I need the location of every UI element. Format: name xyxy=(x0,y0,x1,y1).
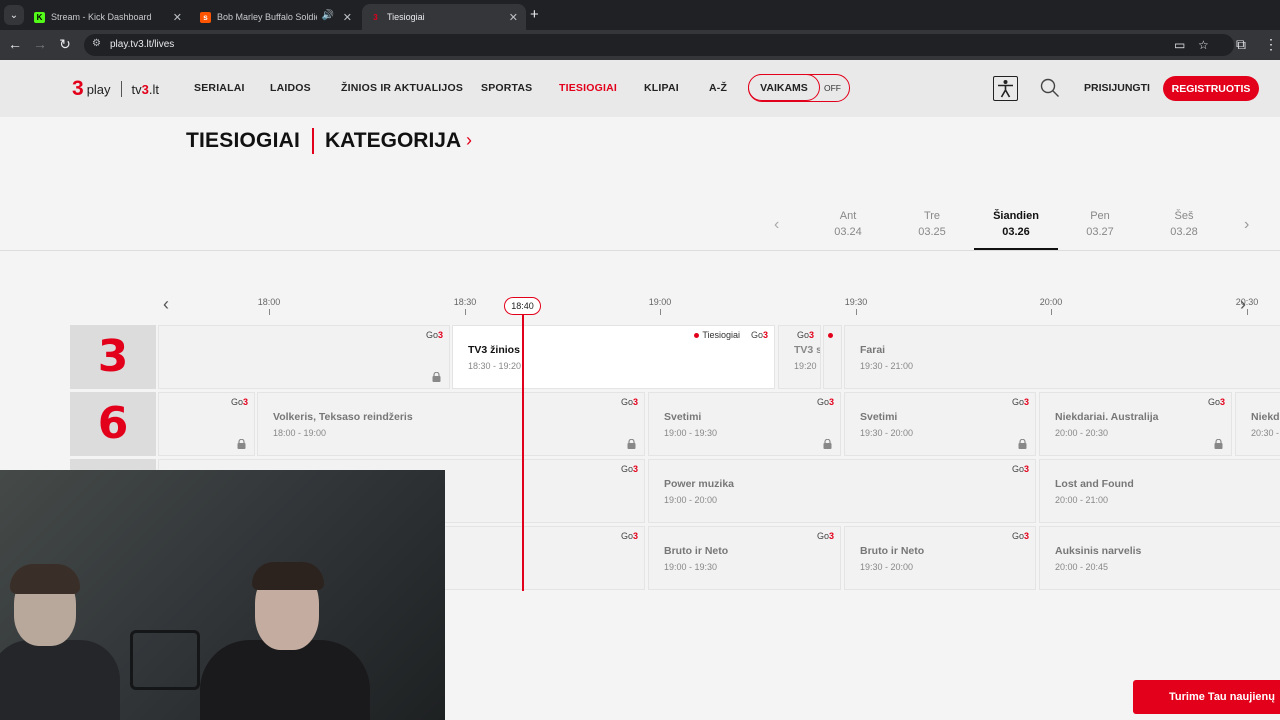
webcam-person-left-body xyxy=(0,640,120,720)
program-time: 18:30 - 19:20 xyxy=(468,361,522,371)
go3-badge: Go3 xyxy=(425,330,443,340)
webcam-person-right-body xyxy=(200,640,370,720)
webcam-person-right-hair xyxy=(252,562,324,590)
program-title: Bruto ir Neto xyxy=(860,545,925,557)
program-card[interactable]: Go3 Bruto ir Neto 19:00 - 19:30 xyxy=(648,526,841,590)
go3-badge: Go3 xyxy=(816,531,834,541)
program-time: 19:20 xyxy=(794,361,817,371)
program-card[interactable]: Go3 Niekdariai. Australija 20:00 - 20:30 xyxy=(1039,392,1232,456)
program-card[interactable]: Go3 Power muzika 19:00 - 20:00 xyxy=(648,459,1036,523)
go3-badge: Go3 xyxy=(620,397,638,407)
program-time: 20:30 - xyxy=(1251,428,1280,438)
go3-badge: Go3 xyxy=(230,397,248,407)
program-card[interactable]: Go3 Svetimi 19:30 - 20:00 xyxy=(844,392,1036,456)
go3-badge: Go3 xyxy=(1011,464,1029,474)
program-card[interactable]: Go3 Volkeris, Teksaso reindžeris 18:00 -… xyxy=(257,392,645,456)
go3-badge: Go3 xyxy=(750,330,768,340)
program-card[interactable]: Go3 Bruto ir Neto 19:30 - 20:00 xyxy=(844,526,1036,590)
program-title: Bruto ir Neto xyxy=(664,545,729,557)
go3-badge: Go3 xyxy=(620,531,638,541)
go3-badge: Go3 xyxy=(1011,397,1029,407)
program-time: 19:00 - 19:30 xyxy=(664,562,718,572)
lock-icon xyxy=(1214,439,1223,449)
program-title: Farai xyxy=(860,344,886,356)
program-time: 20:00 - 20:45 xyxy=(1055,562,1109,572)
program-title: Auksinis narvelis xyxy=(1055,545,1142,557)
program-time: 20:00 - 20:30 xyxy=(1055,428,1109,438)
program-title: Niekd xyxy=(1251,411,1280,423)
live-dot-icon xyxy=(828,333,833,338)
program-card[interactable]: Auksinis narvelis 20:00 - 20:45 xyxy=(1039,526,1280,590)
program-card[interactable]: Go3 xyxy=(158,392,255,456)
program-title: Svetimi xyxy=(664,411,702,423)
go3-badge: Go3 xyxy=(1207,397,1225,407)
webcam-overlay xyxy=(0,470,445,720)
program-card[interactable] xyxy=(823,325,842,389)
program-title: Niekdariai. Australija xyxy=(1055,411,1159,423)
program-time: 19:00 - 20:00 xyxy=(664,495,718,505)
lock-icon xyxy=(1018,439,1027,449)
webcam-person-left-hair xyxy=(10,564,80,594)
program-time: 19:30 - 20:00 xyxy=(860,562,914,572)
current-time-line xyxy=(522,315,524,591)
program-title: Power muzika xyxy=(664,478,735,490)
lock-icon xyxy=(823,439,832,449)
program-time: 19:00 - 19:30 xyxy=(664,428,718,438)
program-card[interactable]: Go3 xyxy=(158,325,450,389)
go3-badge: Go3 xyxy=(620,464,638,474)
program-card[interactable]: Farai 19:30 - 21:00 xyxy=(844,325,1280,389)
channel-logo: 3 xyxy=(97,331,129,382)
lock-icon xyxy=(432,372,441,382)
program-title: TV3 žinios xyxy=(468,344,520,356)
program-title: Lost and Found xyxy=(1055,478,1134,490)
program-card[interactable]: Niekd 20:30 - xyxy=(1235,392,1280,456)
program-title: Svetimi xyxy=(860,411,898,423)
program-card-live[interactable]: Tiesiogiai Go3 TV3 žinios 18:30 - 19:20 xyxy=(452,325,775,389)
program-title: Volkeris, Teksaso reindžeris xyxy=(273,411,413,423)
program-time: 18:00 - 19:00 xyxy=(273,428,327,438)
channel-tv6[interactable]: 6 xyxy=(70,392,156,456)
go3-badge: Go3 xyxy=(816,397,834,407)
program-title: TV3 s xyxy=(794,344,821,356)
program-time: 19:30 - 20:00 xyxy=(860,428,914,438)
program-time: 19:30 - 21:00 xyxy=(860,361,914,371)
program-card[interactable]: Lost and Found 20:00 - 21:00 xyxy=(1039,459,1280,523)
live-dot-icon xyxy=(694,333,700,339)
channel-tv3[interactable]: 3 xyxy=(70,325,156,389)
channel-logo: 6 xyxy=(97,398,129,449)
go3-badge: Go3 xyxy=(796,330,814,340)
program-card[interactable]: Go3 TV3 s 19:20 xyxy=(778,325,821,389)
live-tag: Tiesiogiai xyxy=(694,330,740,340)
program-card[interactable]: Go3 Svetimi 19:00 - 19:30 xyxy=(648,392,841,456)
program-time: 20:00 - 21:00 xyxy=(1055,495,1109,505)
news-promo-button[interactable]: Turime Tau naujienų xyxy=(1133,680,1280,714)
go3-badge: Go3 xyxy=(1011,531,1029,541)
lock-icon xyxy=(237,439,246,449)
webcam-chair xyxy=(130,630,200,690)
lock-icon xyxy=(627,439,636,449)
